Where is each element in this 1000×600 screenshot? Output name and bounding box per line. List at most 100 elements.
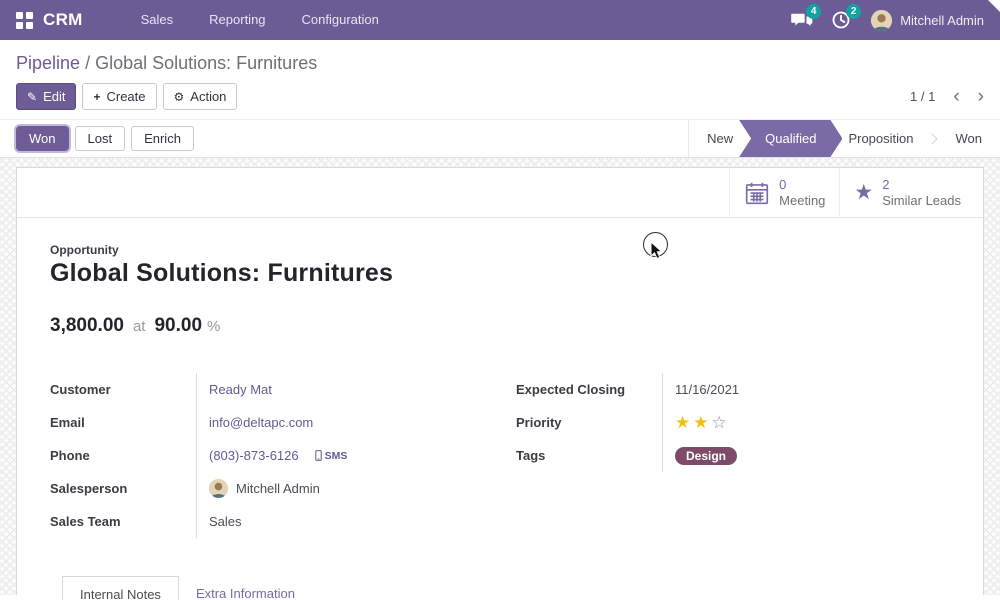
stage-new[interactable]: New bbox=[689, 120, 751, 157]
top-navbar: CRM Sales Reporting Configuration 4 2 bbox=[0, 0, 1000, 40]
at-word: at bbox=[133, 318, 146, 335]
email-label: Email bbox=[50, 406, 197, 439]
apps-grid-icon[interactable] bbox=[16, 12, 33, 29]
pager-prev-icon[interactable]: ‹ bbox=[953, 87, 959, 106]
nav-menu-reporting[interactable]: Reporting bbox=[191, 0, 283, 40]
field-expected-closing: Expected Closing 11/16/2021 bbox=[516, 373, 950, 406]
expected-revenue: 3,800.00 bbox=[50, 315, 124, 337]
activities-button[interactable]: 2 bbox=[831, 8, 857, 32]
messages-count-badge: 4 bbox=[806, 4, 821, 19]
sms-button[interactable]: SMS bbox=[315, 450, 348, 462]
action-button[interactable]: ⚙ Action bbox=[163, 83, 238, 110]
record-type-label: Opportunity bbox=[50, 243, 950, 257]
tags-label: Tags bbox=[516, 439, 663, 472]
breadcrumb-separator: / bbox=[85, 53, 95, 73]
pencil-icon: ✎ bbox=[27, 90, 37, 104]
mouse-cursor bbox=[650, 241, 665, 260]
plus-icon: + bbox=[93, 90, 100, 104]
breadcrumb-pipeline-link[interactable]: Pipeline bbox=[16, 53, 80, 73]
sales-team-value[interactable]: Sales bbox=[209, 514, 242, 529]
record-pager: 1 / 1 ‹ › bbox=[910, 87, 984, 106]
percent-sign: % bbox=[207, 318, 220, 335]
phone-label: Phone bbox=[50, 439, 197, 472]
customer-value-link[interactable]: Ready Mat bbox=[209, 382, 272, 397]
meeting-stat-text: 0 Meeting bbox=[779, 177, 825, 208]
status-bar: Won Lost Enrich New Qualified Propositio… bbox=[0, 119, 1000, 158]
navbar-right: 4 2 Mitchell Admin bbox=[791, 8, 988, 32]
won-button[interactable]: Won bbox=[16, 126, 69, 151]
similar-leads-count: 2 bbox=[882, 177, 961, 193]
notebook-tabs: Internal Notes Extra Information bbox=[50, 576, 950, 600]
user-name: Mitchell Admin bbox=[900, 13, 984, 28]
sales-team-label: Sales Team bbox=[50, 505, 197, 538]
field-tags: Tags Design bbox=[516, 439, 950, 472]
salesperson-avatar bbox=[209, 479, 228, 498]
probability-value: 90.00 bbox=[154, 315, 202, 337]
salesperson-label: Salesperson bbox=[50, 472, 197, 505]
create-button-label: Create bbox=[106, 89, 145, 104]
field-group-left: Customer Ready Mat Email info@deltapc.co… bbox=[50, 373, 484, 538]
empty-star-icon: ☆ bbox=[711, 413, 729, 432]
edit-button[interactable]: ✎ Edit bbox=[16, 83, 76, 110]
tab-internal-notes[interactable]: Internal Notes bbox=[62, 576, 179, 600]
field-groups: Customer Ready Mat Email info@deltapc.co… bbox=[50, 373, 950, 538]
app-brand[interactable]: CRM bbox=[43, 10, 83, 30]
action-button-label: Action bbox=[190, 89, 226, 104]
corner-artifact bbox=[988, 0, 1000, 12]
tab-extra-information[interactable]: Extra Information bbox=[179, 576, 312, 600]
email-value-link[interactable]: info@deltapc.com bbox=[209, 415, 313, 430]
priority-label: Priority bbox=[516, 406, 663, 439]
pager-count: 1 / 1 bbox=[910, 89, 935, 104]
nav-menu-configuration[interactable]: Configuration bbox=[284, 0, 397, 40]
filled-stars-icon: ★★ bbox=[675, 413, 711, 432]
stage-proposition[interactable]: Proposition bbox=[830, 120, 931, 157]
meeting-label: Meeting bbox=[779, 193, 825, 209]
sms-label: SMS bbox=[325, 450, 348, 462]
meeting-stat-button[interactable]: 0 Meeting bbox=[729, 168, 839, 217]
revenue-row: 3,800.00 at 90.00 % bbox=[50, 315, 950, 337]
user-avatar bbox=[871, 10, 892, 31]
create-button[interactable]: + Create bbox=[82, 83, 156, 110]
edit-button-label: Edit bbox=[43, 89, 65, 104]
phone-value-link[interactable]: (803)-873-6126 bbox=[209, 448, 299, 463]
stat-button-strip: 0 Meeting ★ 2 Similar Leads bbox=[17, 168, 983, 218]
tag-design[interactable]: Design bbox=[675, 447, 737, 465]
user-menu[interactable]: Mitchell Admin bbox=[871, 10, 988, 31]
priority-stars[interactable]: ★★☆ bbox=[675, 414, 730, 431]
stage-qualified[interactable]: Qualified bbox=[739, 120, 842, 157]
field-sales-team: Sales Team Sales bbox=[50, 505, 484, 538]
form-sheet: Opportunity Global Solutions: Furnitures… bbox=[17, 218, 983, 600]
app-window: CRM Sales Reporting Configuration 4 2 bbox=[0, 0, 1000, 600]
control-bar: ✎ Edit + Create ⚙ Action 1 / 1 ‹ › bbox=[0, 80, 1000, 119]
lost-button[interactable]: Lost bbox=[75, 126, 126, 151]
stage-pipeline: New Qualified Proposition Won bbox=[688, 120, 1000, 157]
nav-menu-sales[interactable]: Sales bbox=[123, 0, 192, 40]
salesperson-value[interactable]: Mitchell Admin bbox=[236, 481, 320, 496]
calendar-icon bbox=[744, 180, 770, 206]
field-email: Email info@deltapc.com bbox=[50, 406, 484, 439]
expected-closing-label: Expected Closing bbox=[516, 373, 663, 406]
star-icon: ★ bbox=[854, 182, 873, 203]
breadcrumb: Pipeline / Global Solutions: Furnitures bbox=[0, 40, 1000, 80]
activities-count-badge: 2 bbox=[846, 4, 861, 19]
breadcrumb-current: Global Solutions: Furnitures bbox=[95, 53, 317, 73]
field-phone: Phone (803)-873-6126 SMS bbox=[50, 439, 484, 472]
messages-button[interactable]: 4 bbox=[791, 8, 817, 32]
field-group-right: Expected Closing 11/16/2021 Priority ★★☆… bbox=[516, 373, 950, 538]
similar-leads-stat-text: 2 Similar Leads bbox=[882, 177, 961, 208]
field-salesperson: Salesperson Mitchell Admin bbox=[50, 472, 484, 505]
opportunity-title: Global Solutions: Furnitures bbox=[50, 259, 950, 288]
gear-icon: ⚙ bbox=[174, 90, 185, 104]
customer-label: Customer bbox=[50, 373, 197, 406]
enrich-button[interactable]: Enrich bbox=[131, 126, 194, 151]
similar-leads-stat-button[interactable]: ★ 2 Similar Leads bbox=[839, 168, 975, 217]
pager-next-icon[interactable]: › bbox=[978, 87, 984, 106]
content-area: 0 Meeting ★ 2 Similar Leads Opportunity … bbox=[0, 158, 1000, 595]
stage-won[interactable]: Won bbox=[938, 120, 1000, 157]
mobile-phone-icon bbox=[315, 450, 322, 461]
meeting-count: 0 bbox=[779, 177, 825, 193]
expected-closing-value[interactable]: 11/16/2021 bbox=[675, 382, 739, 397]
similar-leads-label: Similar Leads bbox=[882, 193, 961, 209]
field-priority: Priority ★★☆ bbox=[516, 406, 950, 439]
field-customer: Customer Ready Mat bbox=[50, 373, 484, 406]
